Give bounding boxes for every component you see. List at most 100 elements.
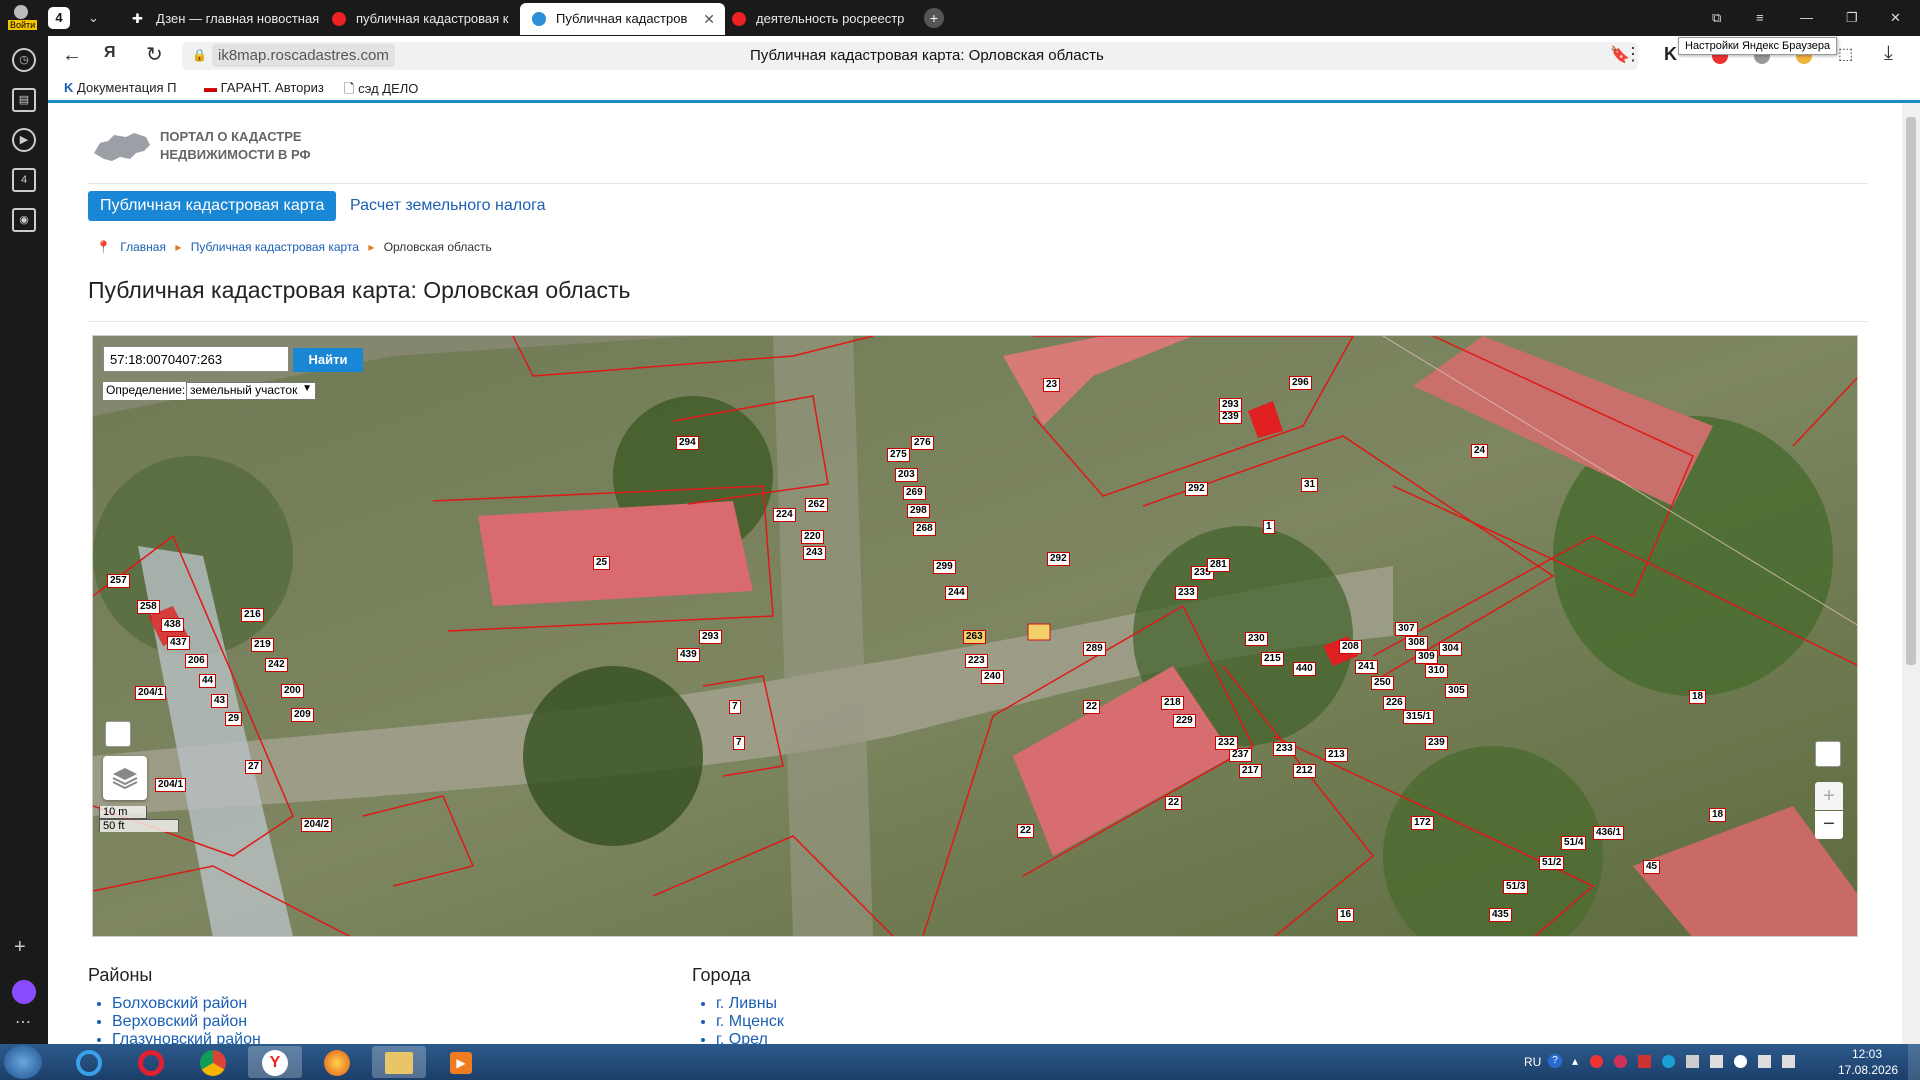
taskbar-player[interactable]: ▶: [434, 1046, 488, 1078]
more-actions-icon[interactable]: ⋮: [1624, 44, 1642, 65]
parcel-label[interactable]: 269: [903, 486, 926, 500]
taskbar-opera[interactable]: [124, 1046, 178, 1078]
cadastral-map[interactable]: 23 294 25 292 24 31 1 292 262 224 220 24…: [92, 335, 1858, 937]
parcel-label[interactable]: 22: [1165, 796, 1183, 810]
parcel-label[interactable]: 200: [281, 684, 304, 698]
parcel-label[interactable]: 45: [1643, 860, 1661, 874]
parcel-label[interactable]: 276: [911, 436, 934, 450]
parcel-label[interactable]: 438: [161, 618, 184, 632]
parcel-label[interactable]: 233: [1273, 742, 1296, 756]
list-item[interactable]: г. Ливны: [716, 995, 784, 1013]
list-item[interactable]: Верховский район: [112, 1013, 261, 1031]
breadcrumb-map[interactable]: Публичная кадастровая карта: [191, 240, 359, 254]
parcel-label[interactable]: 237: [1229, 748, 1252, 762]
parcel-label[interactable]: 299: [933, 560, 956, 574]
breadcrumb-home[interactable]: Главная: [120, 240, 166, 254]
bookmark-collection-icon[interactable]: ⧉: [1712, 5, 1721, 31]
parcel-label[interactable]: 51/4: [1561, 836, 1587, 850]
screenshot-icon[interactable]: ◉: [12, 208, 36, 232]
parcel-label[interactable]: 24: [1471, 444, 1489, 458]
help-tray-icon[interactable]: ?: [1548, 1054, 1562, 1068]
parcel-label[interactable]: 293: [1219, 398, 1242, 412]
bookmark-sed[interactable]: 🗋 сэд ДЕЛО: [344, 80, 418, 102]
restore-icon[interactable]: ❐: [1846, 5, 1858, 31]
parcel-label[interactable]: 29: [225, 712, 243, 726]
new-tab-icon[interactable]: +: [924, 8, 944, 28]
parcel-label[interactable]: 436/1: [1593, 826, 1625, 840]
parcel-label[interactable]: 268: [913, 522, 936, 536]
tray-yandex-icon[interactable]: [1734, 1055, 1747, 1068]
parcel-label[interactable]: 298: [907, 504, 930, 518]
nav-land-tax[interactable]: Расчет земельного налога: [350, 197, 546, 215]
parcel-label[interactable]: 51/2: [1539, 856, 1565, 870]
parcel-label[interactable]: 289: [1083, 642, 1106, 656]
parcel-label[interactable]: 43: [211, 694, 229, 708]
parcel-label[interactable]: 440: [1293, 662, 1316, 676]
extensions-icon[interactable]: ⬚: [1838, 44, 1853, 64]
list-item[interactable]: Глазуновский район: [112, 1031, 261, 1044]
parcel-label[interactable]: 307: [1395, 622, 1418, 636]
site-logo[interactable]: ПОРТАЛ О КАДАСТРЕ НЕДВИЖИМОСТИ В РФ: [92, 127, 332, 167]
tray-app-icon-2[interactable]: [1614, 1055, 1627, 1068]
parcel-label[interactable]: 243: [803, 546, 826, 560]
parcel-label[interactable]: 220: [801, 530, 824, 544]
parcel-label[interactable]: 18: [1689, 690, 1707, 704]
parcel-label[interactable]: 16: [1337, 908, 1355, 922]
tray-expand-icon[interactable]: ▴: [1572, 1054, 1578, 1068]
language-indicator[interactable]: RU: [1524, 1055, 1541, 1069]
parcel-label[interactable]: 315/1: [1403, 710, 1435, 724]
parcel-label[interactable]: 204/1: [135, 686, 167, 700]
tab-search-2[interactable]: деятельность росреестр: [720, 3, 925, 35]
tab-search-1[interactable]: публичная кадастровая к: [320, 3, 525, 35]
parcel-label[interactable]: 22: [1083, 700, 1101, 714]
downloads-icon[interactable]: ⤓: [1884, 42, 1893, 65]
parcel-label[interactable]: 304: [1439, 642, 1462, 656]
parcel-label[interactable]: 31: [1301, 478, 1319, 492]
bookmark-garant[interactable]: ▬ ГАРАНТ. Авториз: [204, 80, 324, 95]
taskbar-yandex[interactable]: Y: [248, 1046, 302, 1078]
find-button[interactable]: Найти: [293, 348, 363, 372]
zoom-out-button[interactable]: −: [1815, 811, 1843, 839]
tab-dzen[interactable]: ✚ Дзен — главная новостная: [120, 3, 325, 35]
list-item[interactable]: г. Мценск: [716, 1013, 784, 1031]
parcel-label[interactable]: 281: [1207, 558, 1230, 572]
parcel-label[interactable]: 239: [1219, 410, 1242, 424]
parcel-label[interactable]: 217: [1239, 764, 1262, 778]
parcel-label[interactable]: 7: [733, 736, 745, 750]
minimize-icon[interactable]: —: [1800, 5, 1813, 31]
parcel-label[interactable]: 305: [1445, 684, 1468, 698]
parcel-label[interactable]: 7: [729, 700, 741, 714]
parcel-label[interactable]: 27: [245, 760, 263, 774]
parcel-label[interactable]: 172: [1411, 816, 1434, 830]
parcel-label[interactable]: 439: [677, 648, 700, 662]
bookmark-docs[interactable]: K Документация П: [64, 80, 176, 95]
parcel-label[interactable]: 293: [699, 630, 722, 644]
parcel-label[interactable]: 216: [241, 608, 264, 622]
parcel-label[interactable]: 204/1: [155, 778, 187, 792]
parcel-label[interactable]: 257: [107, 574, 130, 588]
parcel-label[interactable]: 239: [1425, 736, 1448, 750]
taskbar-ie[interactable]: [62, 1046, 116, 1078]
parcel-label[interactable]: 208: [1339, 640, 1362, 654]
back-icon[interactable]: ←: [62, 44, 82, 67]
parcel-label[interactable]: 18: [1709, 808, 1727, 822]
parcel-label[interactable]: 213: [1325, 748, 1348, 762]
tray-app-icon-6[interactable]: [1710, 1055, 1723, 1068]
parcel-label[interactable]: 232: [1215, 736, 1238, 750]
parcel-label[interactable]: 230: [1245, 632, 1268, 646]
map-fullscreen-right-button[interactable]: [1815, 741, 1841, 767]
parcel-label[interactable]: 308: [1405, 636, 1428, 650]
yandex-home-icon[interactable]: Я: [104, 44, 116, 62]
parcel-label[interactable]: 218: [1161, 696, 1184, 710]
taskbar-explorer[interactable]: [372, 1046, 426, 1078]
tray-app-icon-5[interactable]: [1686, 1055, 1699, 1068]
network-icon[interactable]: [1758, 1055, 1771, 1068]
alice-icon[interactable]: [12, 980, 36, 1004]
tray-app-icon-1[interactable]: [1590, 1055, 1603, 1068]
parcel-label-selected[interactable]: 263: [963, 630, 986, 644]
parcel-label[interactable]: 212: [1293, 764, 1316, 778]
show-desktop-button[interactable]: [1908, 1044, 1920, 1080]
parcel-label[interactable]: 226: [1383, 696, 1406, 710]
close-window-icon[interactable]: ✕: [1890, 5, 1901, 31]
ext-k-icon[interactable]: K: [1664, 44, 1677, 65]
